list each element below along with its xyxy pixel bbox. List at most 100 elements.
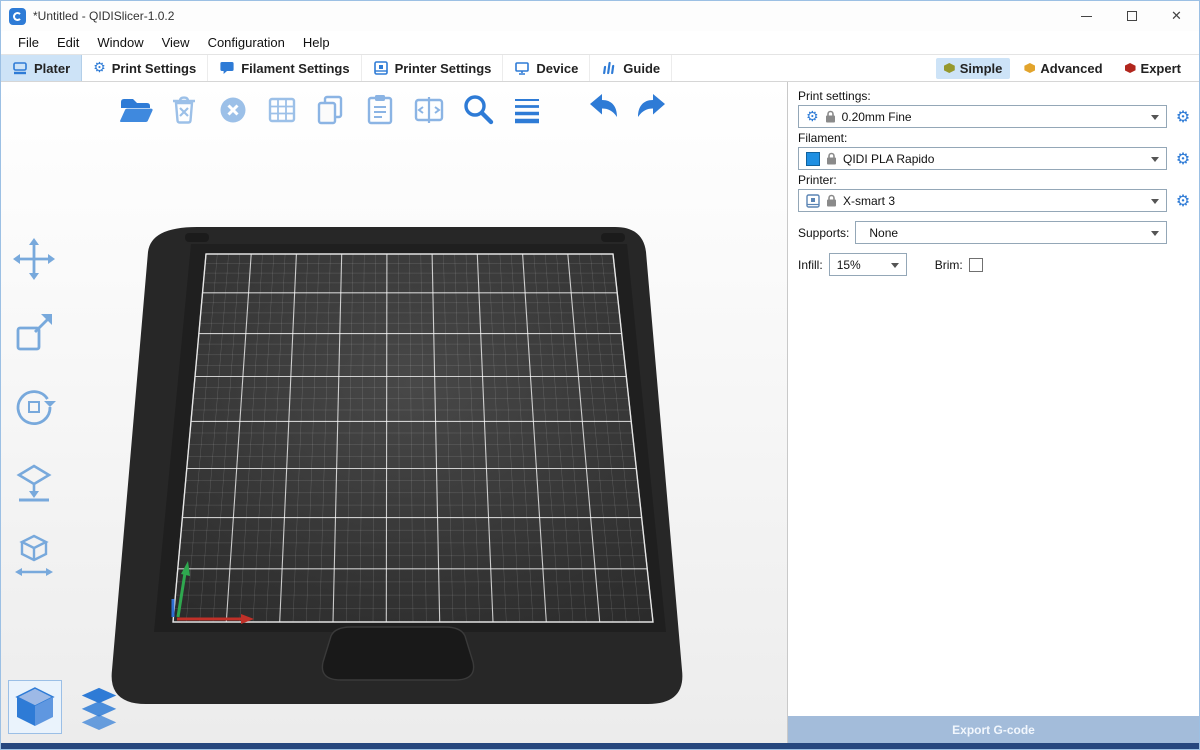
menu-view[interactable]: View [153, 33, 199, 52]
maximize-icon [1127, 11, 1137, 21]
mode-simple-label: Simple [960, 61, 1003, 76]
titlebar: *Untitled - QIDISlicer-1.0.2 ✕ [1, 1, 1199, 31]
undo-icon [583, 90, 623, 130]
lock-icon [825, 110, 836, 123]
measure-icon [11, 532, 57, 578]
print-settings-value: 0.20mm Fine [842, 110, 912, 124]
menu-file[interactable]: File [9, 33, 48, 52]
delete-all-button[interactable] [211, 88, 255, 132]
tab-device-label: Device [536, 61, 578, 76]
print-bed [1, 82, 787, 743]
menu-help[interactable]: Help [294, 33, 339, 52]
device-icon [514, 60, 530, 76]
mode-advanced[interactable]: Advanced [1016, 58, 1110, 79]
copy-button[interactable] [309, 88, 353, 132]
mode-expert-label: Expert [1141, 61, 1181, 76]
move-button[interactable] [9, 234, 59, 284]
search-button[interactable] [456, 88, 500, 132]
filament-edit-button[interactable]: ⚙ [1173, 149, 1193, 169]
window-title: *Untitled - QIDISlicer-1.0.2 [33, 9, 174, 23]
lock-icon [826, 152, 837, 165]
place-on-face-button[interactable] [9, 456, 59, 506]
menu-configuration[interactable]: Configuration [199, 33, 294, 52]
mode-expert[interactable]: Expert [1117, 58, 1189, 79]
viewport-toolbar [113, 88, 674, 132]
printer-combo[interactable]: X-smart 3 [798, 189, 1167, 212]
maximize-button[interactable] [1109, 1, 1154, 31]
menu-window[interactable]: Window [88, 33, 152, 52]
infill-label: Infill: [798, 258, 823, 272]
tabbar: Plater ⚙ Print Settings Filament Setting… [1, 54, 1199, 82]
minimize-button[interactable] [1064, 1, 1109, 31]
menu-edit[interactable]: Edit [48, 33, 88, 52]
advanced-mode-dot-icon [1024, 63, 1035, 73]
rotate-button[interactable] [9, 382, 59, 432]
variable-layer-height-button[interactable] [505, 88, 549, 132]
print-settings-icon: ⚙ [93, 61, 106, 75]
tab-plater[interactable]: Plater [1, 55, 82, 81]
settings-panel: Print settings: ⚙ 0.20mm Fine ⚙ Filament… [787, 82, 1199, 743]
filament-combo[interactable]: QIDI PLA Rapido [798, 147, 1167, 170]
delete-button[interactable] [162, 88, 206, 132]
redo-button[interactable] [630, 88, 674, 132]
arrange-button[interactable] [260, 88, 304, 132]
viewport-3d[interactable] [1, 82, 787, 743]
chevron-down-icon [1151, 157, 1159, 166]
chevron-down-icon [1151, 231, 1159, 240]
split-button[interactable] [407, 88, 451, 132]
print-settings-combo[interactable]: ⚙ 0.20mm Fine [798, 105, 1167, 128]
delete-icon [164, 90, 204, 130]
print-settings-edit-button[interactable]: ⚙ [1173, 107, 1193, 127]
app-window: *Untitled - QIDISlicer-1.0.2 ✕ File Edit… [0, 0, 1200, 750]
plater-icon [12, 60, 28, 76]
tab-plater-label: Plater [34, 61, 70, 76]
supports-combo[interactable]: None [855, 221, 1167, 244]
print-settings-label: Print settings: [798, 89, 1193, 103]
tab-printer-settings[interactable]: Printer Settings [362, 55, 504, 81]
object-manipulation-toolbar [9, 234, 59, 580]
guide-icon [601, 60, 617, 76]
chevron-down-icon [891, 263, 899, 272]
app-logo-icon [9, 8, 26, 25]
tab-print-settings-label: Print Settings [112, 61, 197, 76]
rotate-icon [11, 384, 57, 430]
place-on-face-icon [11, 458, 57, 504]
filament-color-swatch [806, 152, 820, 166]
arrange-icon [262, 90, 302, 130]
window-controls: ✕ [1064, 1, 1199, 31]
printer-preset-icon [806, 194, 820, 208]
3d-view-button[interactable] [9, 681, 61, 733]
infill-combo[interactable]: 15% [829, 253, 907, 276]
open-project-icon [115, 90, 155, 130]
main-area: Print settings: ⚙ 0.20mm Fine ⚙ Filament… [1, 82, 1199, 743]
close-button[interactable]: ✕ [1154, 1, 1199, 31]
layers-view-button[interactable] [73, 681, 125, 733]
3d-view-icon [11, 683, 59, 731]
chevron-down-icon [1151, 199, 1159, 208]
expert-mode-dot-icon [1125, 63, 1136, 73]
measure-button[interactable] [9, 530, 59, 580]
tab-filament-settings[interactable]: Filament Settings [208, 55, 361, 81]
export-gcode-button[interactable]: Export G-code [788, 716, 1199, 743]
printer-edit-button[interactable]: ⚙ [1173, 191, 1193, 211]
mode-simple[interactable]: Simple [936, 58, 1011, 79]
supports-value: None [863, 226, 898, 240]
tab-print-settings[interactable]: ⚙ Print Settings [82, 55, 208, 81]
close-icon: ✕ [1171, 8, 1182, 24]
paste-icon [360, 90, 400, 130]
lock-icon [826, 194, 837, 207]
mode-advanced-label: Advanced [1040, 61, 1102, 76]
brim-checkbox[interactable] [969, 258, 983, 272]
open-project-button[interactable] [113, 88, 157, 132]
redo-icon [632, 90, 672, 130]
tab-device[interactable]: Device [503, 55, 590, 81]
tab-guide[interactable]: Guide [590, 55, 672, 81]
filament-value: QIDI PLA Rapido [843, 152, 934, 166]
menubar: File Edit Window View Configuration Help [1, 31, 1199, 54]
view-switcher [9, 681, 125, 733]
scale-button[interactable] [9, 308, 59, 358]
undo-button[interactable] [581, 88, 625, 132]
split-icon [409, 90, 449, 130]
paste-button[interactable] [358, 88, 402, 132]
tab-filament-settings-label: Filament Settings [241, 61, 349, 76]
